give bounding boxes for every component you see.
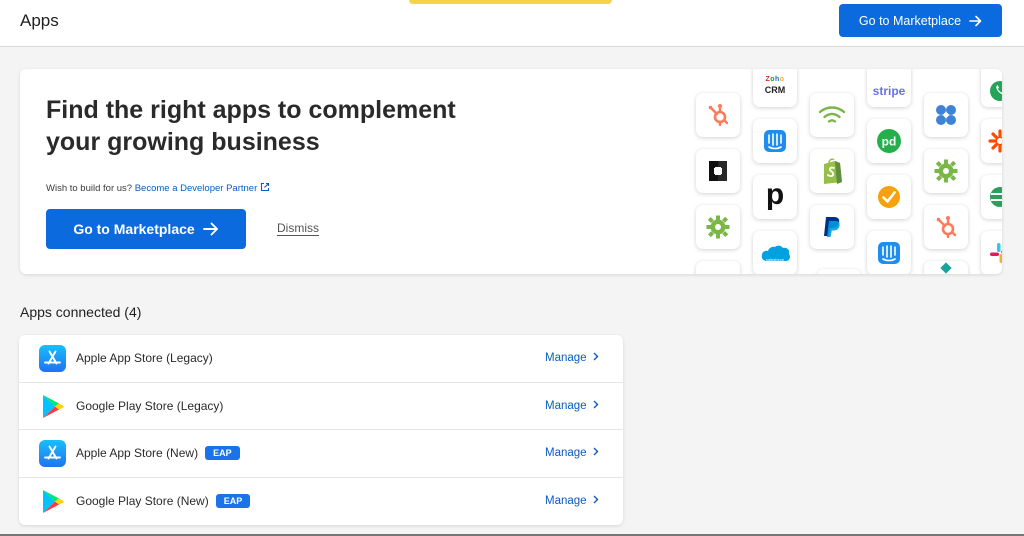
- blue-app-tile-partial: [696, 261, 740, 274]
- app-name: Google Play Store (Legacy): [76, 399, 223, 413]
- header-marketplace-label: Go to Marketplace: [858, 13, 962, 28]
- manage-label: Manage: [545, 399, 587, 412]
- app-name-text: Google Play Store (Legacy): [76, 398, 224, 413]
- shopify-tile: [810, 149, 854, 193]
- wifi-app-tile: [810, 93, 854, 137]
- slack-tile-partial: [981, 231, 1002, 274]
- hubspot-tile: [696, 93, 740, 137]
- app-row-google-legacy: Google Play Store (Legacy) Manage: [19, 383, 623, 430]
- zoho-wordmark: Zoho: [765, 75, 785, 83]
- teal-app-tile-partial: [924, 261, 968, 274]
- connected-apps-list: Apple App Store (Legacy) Manage Google P…: [19, 335, 623, 525]
- promo-heading: Find the right apps to complement your g…: [46, 96, 456, 156]
- app-row-google-new: Google Play Store (New) EAP Manage: [19, 478, 623, 526]
- app-store-icon: [39, 345, 66, 372]
- slack-icon: [990, 243, 1002, 263]
- dismiss-link[interactable]: Dismiss: [277, 221, 319, 235]
- dark-app-tile-partial: [817, 269, 861, 274]
- promo-marketplace-button[interactable]: Go to Marketplace: [46, 209, 246, 249]
- developer-question: Wish to build for us?: [46, 183, 133, 194]
- header-marketplace-button[interactable]: Go to Marketplace: [839, 4, 1002, 37]
- gear-app-tile-2: [924, 149, 968, 193]
- gear-icon: [706, 215, 730, 239]
- developer-partner-link-label: Become a Developer Partner: [134, 183, 258, 194]
- bracket-logo-icon: [709, 161, 727, 181]
- app-name: Apple App Store (New) EAP: [76, 446, 240, 460]
- orange-asterisk-icon: [988, 129, 1002, 153]
- shopify-bag-icon: [824, 158, 842, 184]
- pipe-p-tile: p: [753, 175, 797, 219]
- p-letter-logo: p: [765, 178, 785, 211]
- arrow-right-icon: [969, 15, 982, 26]
- app-store-icon: [39, 440, 66, 467]
- arrow-right-icon: [202, 222, 218, 236]
- paypal-icon: [824, 217, 840, 237]
- app-name-text: Apple App Store (Legacy): [76, 351, 213, 365]
- page-title: Apps: [20, 11, 59, 30]
- promo-marketplace-label: Go to Marketplace: [73, 221, 195, 237]
- external-link-icon: [261, 182, 270, 192]
- app-name-text: Apple App Store (New): [76, 446, 199, 460]
- app-row-apple-new: Apple App Store (New) EAP Manage: [19, 430, 623, 478]
- intercom-tile: [753, 119, 797, 163]
- chevron-right-icon: [593, 447, 599, 456]
- app-row-apple-legacy: Apple App Store (Legacy) Manage: [19, 335, 623, 383]
- pipedrive-icon: pd: [877, 129, 901, 153]
- manage-google-legacy-link[interactable]: Manage: [545, 400, 599, 412]
- app-name: Apple App Store (Legacy): [76, 351, 213, 365]
- svg-text:pd: pd: [882, 135, 897, 149]
- intercom-icon: [878, 242, 900, 264]
- gear-icon: [934, 159, 958, 183]
- wifi-icon: [818, 106, 846, 123]
- gear-app-tile: [696, 205, 740, 249]
- salesforce-tile: salesforce: [753, 231, 797, 274]
- green-globe-tile-partial: [981, 175, 1002, 219]
- hubspot-icon: [708, 104, 729, 127]
- eap-badge: EAP: [205, 446, 240, 460]
- orange-check-icon: [878, 186, 900, 208]
- developer-partner-link[interactable]: Become a Developer Partner: [134, 182, 271, 194]
- blue-petals-icon: [936, 105, 956, 125]
- app-name: Google Play Store (New) EAP: [76, 493, 251, 508]
- teal-logo-fragment: [940, 262, 952, 274]
- intercom-tile-2: [867, 231, 911, 274]
- blue-petals-tile: [924, 93, 968, 137]
- chevron-right-icon: [593, 352, 599, 361]
- checkmark-app-tile: [867, 175, 911, 219]
- orange-app-tile-partial: [981, 119, 1002, 163]
- manage-google-new-link[interactable]: Manage: [545, 495, 599, 507]
- manage-label: Manage: [545, 494, 587, 507]
- google-play-icon: [43, 394, 64, 418]
- yellow-tab-indicator: [409, 0, 612, 4]
- stripe-tile: stripe: [867, 69, 911, 107]
- hubspot-icon: [936, 216, 957, 239]
- developer-partner-text: Wish to build for us? Become a Developer…: [46, 182, 270, 194]
- chevron-right-icon: [593, 400, 599, 408]
- stripe-wordmark: stripe: [872, 84, 906, 98]
- blue-dots-icon: [705, 270, 731, 274]
- google-play-icon: [43, 489, 64, 513]
- crm-label: CRM: [764, 84, 786, 95]
- bracket-app-tile: [696, 149, 740, 193]
- apps-connected-title: Apps connected (4): [20, 304, 142, 320]
- intercom-icon: [764, 130, 786, 152]
- zoho-crm-tile: Zoho CRM: [753, 69, 797, 107]
- hubspot-tile-2: [924, 205, 968, 249]
- pipedrive-tile: pd: [867, 119, 911, 163]
- eap-badge: EAP: [215, 493, 251, 508]
- manage-apple-new-link[interactable]: Manage: [545, 447, 599, 459]
- salesforce-wordmark: salesforce: [765, 257, 785, 262]
- manage-apple-legacy-link[interactable]: Manage: [545, 352, 599, 364]
- top-bar: Apps Go to Marketplace: [0, 0, 1024, 47]
- green-globe-icon: [990, 187, 1002, 207]
- manage-label: Manage: [545, 447, 587, 459]
- chevron-right-icon: [593, 495, 599, 503]
- marketplace-promo-card: Find the right apps to complement your g…: [20, 69, 1002, 274]
- manage-label: Manage: [545, 352, 587, 364]
- zoho-crm-logo: Zoho CRM: [765, 76, 786, 95]
- green-app-tile-partial: [981, 69, 1002, 107]
- paypal-tile: [810, 205, 854, 249]
- app-name-text: Google Play Store (New): [76, 493, 209, 508]
- green-phone-icon: [990, 81, 1002, 101]
